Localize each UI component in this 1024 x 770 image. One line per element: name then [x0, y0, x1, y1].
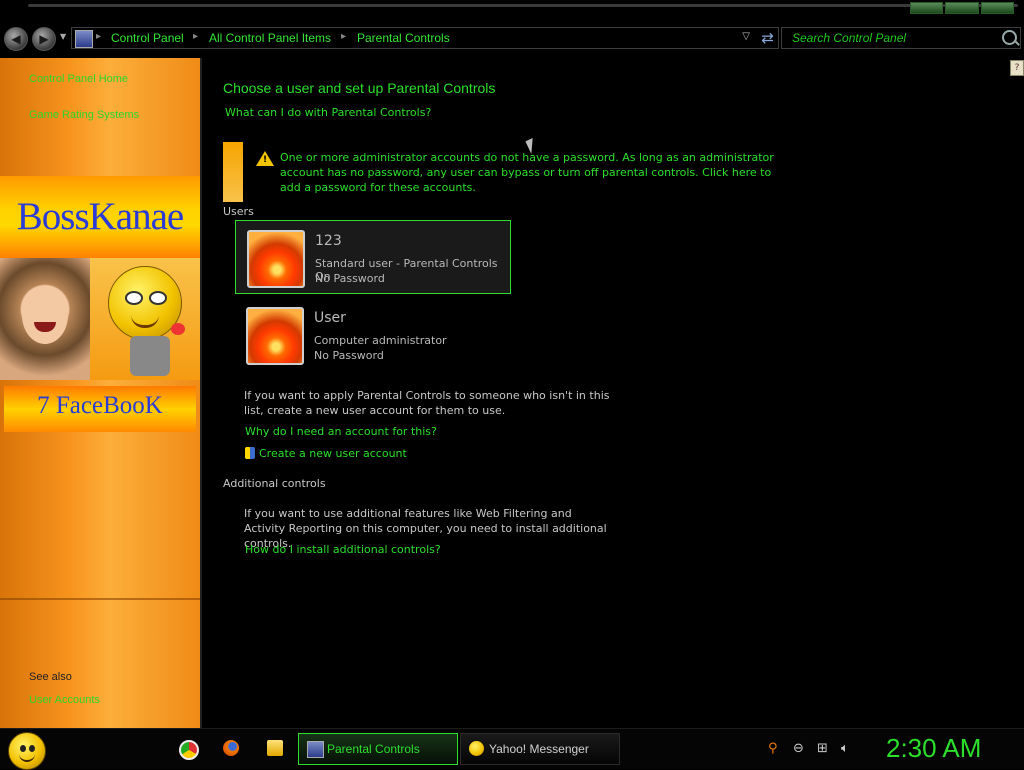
- taskbar-item-label: Parental Controls: [327, 742, 420, 756]
- taskbar-item-yahoo-messenger[interactable]: Yahoo! Messenger: [460, 733, 620, 765]
- messenger-icon: [469, 741, 484, 756]
- user-card-123[interactable]: 123 Standard user - Parental Controls On…: [235, 220, 511, 294]
- admin-password-warning-link[interactable]: One or more administrator accounts do no…: [280, 150, 780, 195]
- shield-icon: [245, 447, 255, 459]
- help-icon[interactable]: ?: [1010, 60, 1024, 76]
- window-buttons: [910, 2, 1014, 14]
- sidebar-link-user-accounts[interactable]: User Accounts: [29, 694, 100, 706]
- sidebar-link-control-panel-home[interactable]: Control Panel Home: [29, 73, 128, 85]
- window-title-bar: [0, 0, 1024, 22]
- volume-icon[interactable]: 🔈︎: [841, 741, 849, 756]
- taskbar-clock[interactable]: 2:30 AM: [886, 733, 981, 764]
- banner-subtitle: 7 FaceBooK: [37, 392, 163, 419]
- see-also-label: See also: [29, 671, 72, 683]
- breadcrumb-separator[interactable]: ▸: [193, 31, 198, 42]
- start-button[interactable]: [8, 732, 46, 770]
- address-chevron-down-icon[interactable]: ▽: [742, 31, 750, 42]
- network-icon[interactable]: ⊞: [817, 741, 828, 756]
- smiley-eye: [125, 291, 143, 305]
- user-password-status: No Password: [315, 272, 385, 285]
- recent-pages-chevron-down-icon[interactable]: ▼: [60, 32, 66, 41]
- search-placeholder: Search Control Panel: [792, 31, 907, 45]
- page-title: Choose a user and set up Parental Contro…: [223, 80, 496, 96]
- breadcrumb-control-panel[interactable]: Control Panel: [111, 31, 184, 45]
- additional-controls-label: Additional controls: [223, 477, 326, 490]
- smiley-eye: [149, 291, 167, 305]
- photo-face: [22, 286, 68, 344]
- sidebar-divider: [0, 598, 200, 600]
- user-card-user[interactable]: User Computer administrator No Password: [235, 298, 509, 370]
- start-smiley-eye: [20, 745, 26, 752]
- title-bar-line: [28, 4, 1018, 7]
- smiley-character-image: [90, 258, 200, 380]
- sidebar-banner-image: BossKanae 7 FaceBooK: [0, 176, 200, 434]
- warning-icon: !: [256, 151, 274, 166]
- sidebar-link-game-rating-systems[interactable]: Game Rating Systems: [29, 109, 139, 121]
- navigation-bar: ◀ ▶ ▼ ▸ Control Panel ▸ All Control Pane…: [0, 24, 1024, 52]
- smiley-tongue: [171, 323, 185, 335]
- refresh-icon[interactable]: ⇄: [761, 29, 774, 47]
- breadcrumb-separator[interactable]: ▸: [341, 31, 346, 42]
- banner-footer: 7 FaceBooK: [4, 386, 196, 432]
- child-photo: [0, 258, 90, 380]
- magnifier-icon[interactable]: ⚲: [768, 741, 778, 756]
- forward-icon[interactable]: ▶: [32, 27, 56, 51]
- warning-accent-bar: [223, 142, 243, 202]
- minimize-button[interactable]: [910, 2, 944, 14]
- address-bar[interactable]: ▸ Control Panel ▸ All Control Panel Item…: [71, 27, 779, 49]
- what-can-i-do-link[interactable]: What can I do with Parental Controls?: [225, 106, 431, 119]
- breadcrumb-separator: ▸: [96, 31, 102, 42]
- back-icon[interactable]: ◀: [4, 27, 28, 51]
- start-smiley-eye: [29, 745, 35, 752]
- chrome-icon[interactable]: [179, 740, 199, 760]
- smiley-mouth: [131, 315, 159, 328]
- tray-status-icon[interactable]: ⊖: [793, 741, 804, 756]
- sidebar: Control Panel Home Game Rating Systems B…: [0, 58, 202, 728]
- create-user-account-link[interactable]: Create a new user account: [259, 447, 407, 460]
- control-panel-icon: [75, 30, 93, 48]
- taskbar-item-label: Yahoo! Messenger: [489, 742, 589, 756]
- user-password-status: No Password: [314, 349, 384, 362]
- create-account-hint: If you want to apply Parental Controls t…: [244, 389, 610, 417]
- user-picture-icon: [246, 307, 304, 365]
- taskbar: Parental Controls Yahoo! Messenger ⚲ ⊖ ⊞…: [0, 728, 1024, 770]
- user-type: Computer administrator: [314, 334, 447, 347]
- breadcrumb-parental-controls[interactable]: Parental Controls: [357, 31, 450, 45]
- user-name: 123: [315, 233, 342, 249]
- banner-header: BossKanae: [0, 176, 200, 258]
- control-panel-icon: [307, 741, 324, 758]
- main-content: Choose a user and set up Parental Contro…: [223, 58, 1003, 718]
- close-button[interactable]: [980, 2, 1014, 14]
- folder-icon[interactable]: [267, 740, 283, 756]
- search-input[interactable]: Search Control Panel: [781, 27, 1021, 49]
- why-need-account-link[interactable]: Why do I need an account for this?: [245, 425, 437, 438]
- taskbar-item-parental-controls[interactable]: Parental Controls: [298, 733, 458, 765]
- install-additional-controls-link[interactable]: How do I install additional controls?: [245, 543, 441, 556]
- start-smiley-mouth: [19, 754, 35, 762]
- user-picture-icon: [247, 230, 305, 288]
- smiley-body: [130, 336, 170, 376]
- firefox-icon[interactable]: [223, 740, 239, 756]
- maximize-button[interactable]: [945, 2, 979, 14]
- users-section-label: Users: [223, 205, 254, 218]
- banner-title: BossKanae: [16, 195, 184, 238]
- breadcrumb-all-items[interactable]: All Control Panel Items: [209, 31, 331, 45]
- smiley-face-icon: [108, 266, 185, 340]
- user-name: User: [314, 310, 346, 326]
- search-icon[interactable]: [1002, 30, 1017, 45]
